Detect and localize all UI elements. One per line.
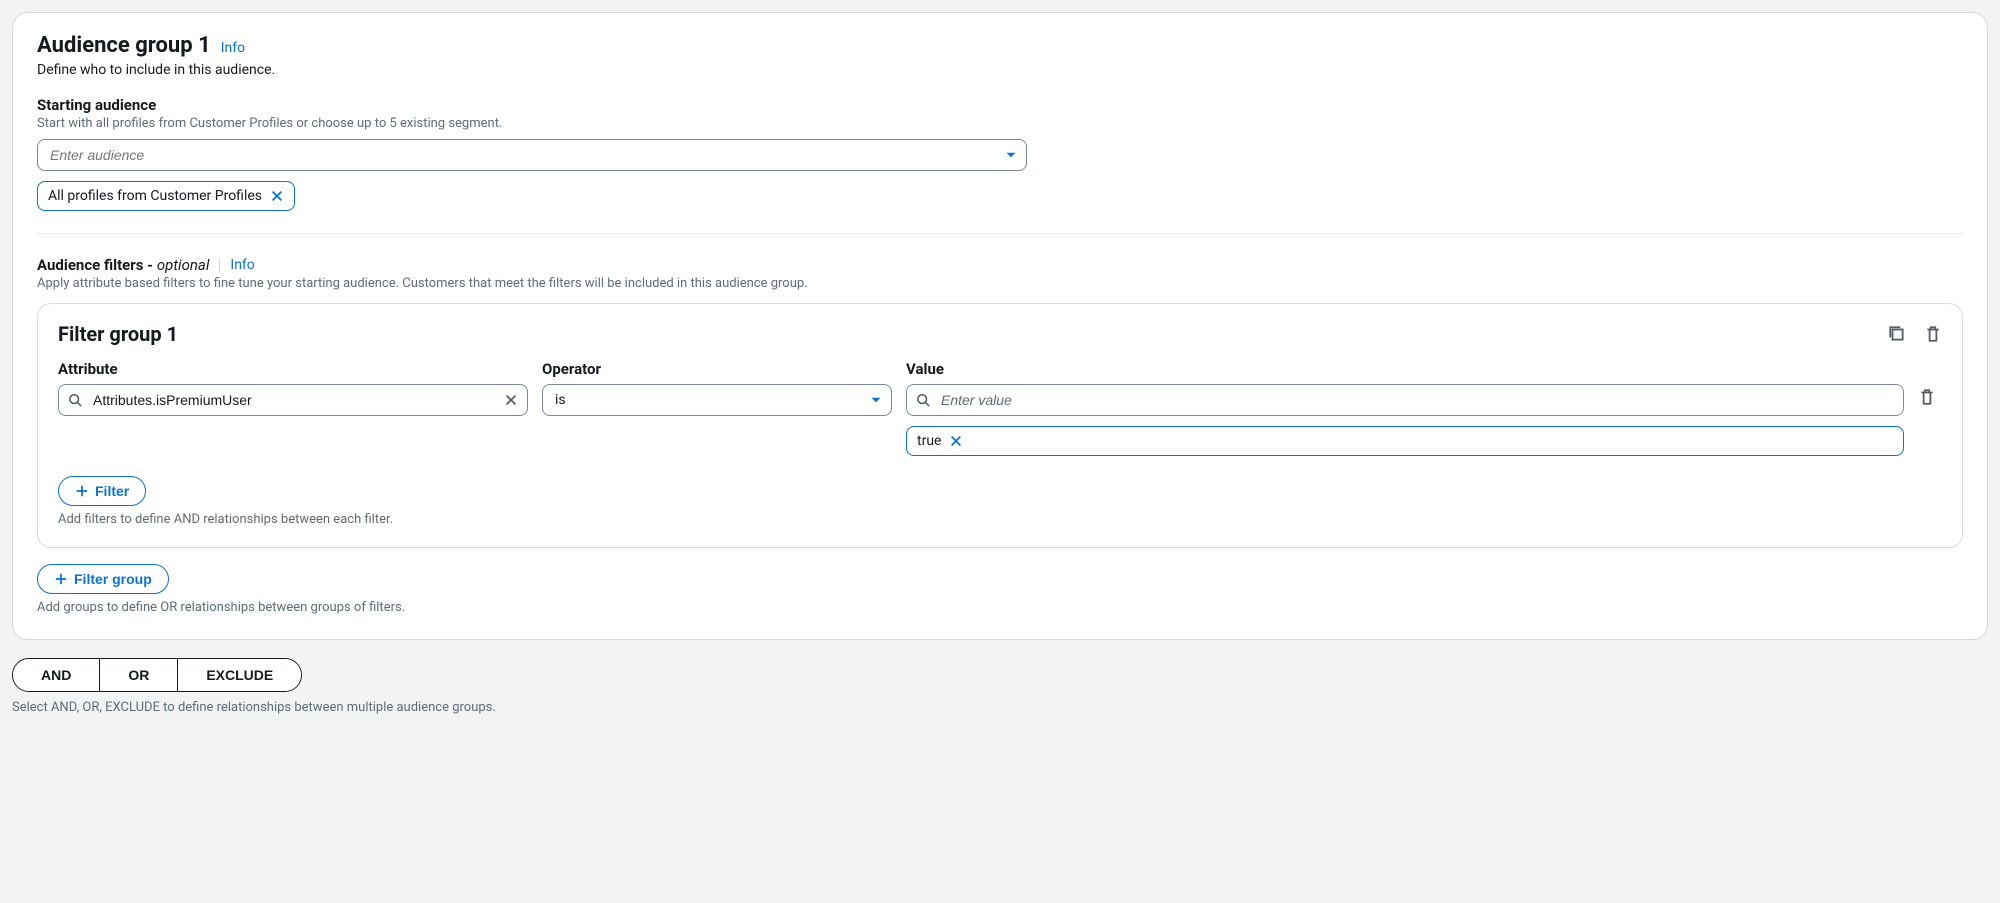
relationship-or-button[interactable]: OR xyxy=(100,659,178,691)
audience-token-label: All profiles from Customer Profiles xyxy=(48,188,262,204)
page-title: Audience group 1 xyxy=(37,33,211,58)
attribute-label: Attribute xyxy=(58,360,528,378)
attribute-input[interactable] xyxy=(58,384,528,416)
row-actions xyxy=(1918,360,1942,406)
starting-audience-input[interactable] xyxy=(37,139,1027,171)
relationship-block: AND OR EXCLUDE Select AND, OR, EXCLUDE t… xyxy=(12,658,1988,715)
plus-icon xyxy=(54,572,68,586)
value-input[interactable] xyxy=(906,384,1904,416)
add-filter-label: Filter xyxy=(95,483,129,499)
operator-value[interactable]: is xyxy=(542,384,892,416)
clear-icon[interactable] xyxy=(504,393,518,407)
value-token-label: true xyxy=(917,433,941,449)
filter-row: Attribute Operator is xyxy=(58,360,1942,456)
operator-select[interactable]: is xyxy=(542,384,892,416)
value-column: Value true xyxy=(906,360,1904,456)
filter-group-title: Filter group 1 xyxy=(58,322,178,346)
value-label: Value xyxy=(906,360,1904,378)
audience-filters-section: Audience filters - optional Info Apply a… xyxy=(37,256,1963,615)
relationship-hint: Select AND, OR, EXCLUDE to define relati… xyxy=(12,700,1988,715)
value-input-wrapper xyxy=(906,384,1904,416)
starting-audience-hint: Start with all profiles from Customer Pr… xyxy=(37,116,1963,131)
add-filter-button[interactable]: Filter xyxy=(58,476,146,506)
trash-icon[interactable] xyxy=(1918,388,1942,406)
audience-filters-header: Audience filters - optional Info xyxy=(37,256,1963,274)
add-filter-block: Filter Add filters to define AND relatio… xyxy=(58,476,1942,527)
copy-icon[interactable] xyxy=(1888,325,1906,343)
audience-group-panel: Audience group 1 Info Define who to incl… xyxy=(12,12,1988,640)
add-filter-group-hint: Add groups to define OR relationships be… xyxy=(37,600,1963,615)
add-filter-hint: Add filters to define AND relationships … xyxy=(58,512,1942,527)
attribute-input-wrapper xyxy=(58,384,528,416)
starting-audience-section: Starting audience Start with all profile… xyxy=(37,96,1963,211)
starting-audience-select[interactable] xyxy=(37,139,1027,171)
add-filter-group-block: Filter group Add groups to define OR rel… xyxy=(37,564,1963,615)
plus-icon xyxy=(75,484,89,498)
filter-group-panel: Filter group 1 Attribute xyxy=(37,303,1963,548)
relationship-segmented-control: AND OR EXCLUDE xyxy=(12,658,302,692)
audience-filters-hint: Apply attribute based filters to fine tu… xyxy=(37,276,1963,291)
attribute-column: Attribute xyxy=(58,360,528,416)
add-filter-group-button[interactable]: Filter group xyxy=(37,564,169,594)
info-link[interactable]: Info xyxy=(221,40,245,56)
panel-header: Audience group 1 Info xyxy=(37,33,1963,58)
filter-group-actions xyxy=(1888,325,1942,343)
trash-icon[interactable] xyxy=(1924,325,1942,343)
divider xyxy=(37,233,1963,234)
filters-info-link[interactable]: Info xyxy=(230,257,254,273)
starting-audience-label: Starting audience xyxy=(37,96,1963,114)
close-icon[interactable] xyxy=(270,189,284,203)
operator-label: Operator xyxy=(542,360,892,378)
audience-token: All profiles from Customer Profiles xyxy=(37,181,295,211)
relationship-and-button[interactable]: AND xyxy=(13,659,100,691)
operator-column: Operator is xyxy=(542,360,892,416)
add-filter-group-label: Filter group xyxy=(74,571,152,587)
relationship-exclude-button[interactable]: EXCLUDE xyxy=(178,659,301,691)
panel-subheading: Define who to include in this audience. xyxy=(37,62,1963,78)
value-token: true xyxy=(906,426,1904,456)
separator xyxy=(219,258,220,272)
audience-filters-label: Audience filters - optional xyxy=(37,256,209,274)
filter-group-header: Filter group 1 xyxy=(58,322,1942,346)
close-icon[interactable] xyxy=(949,434,963,448)
